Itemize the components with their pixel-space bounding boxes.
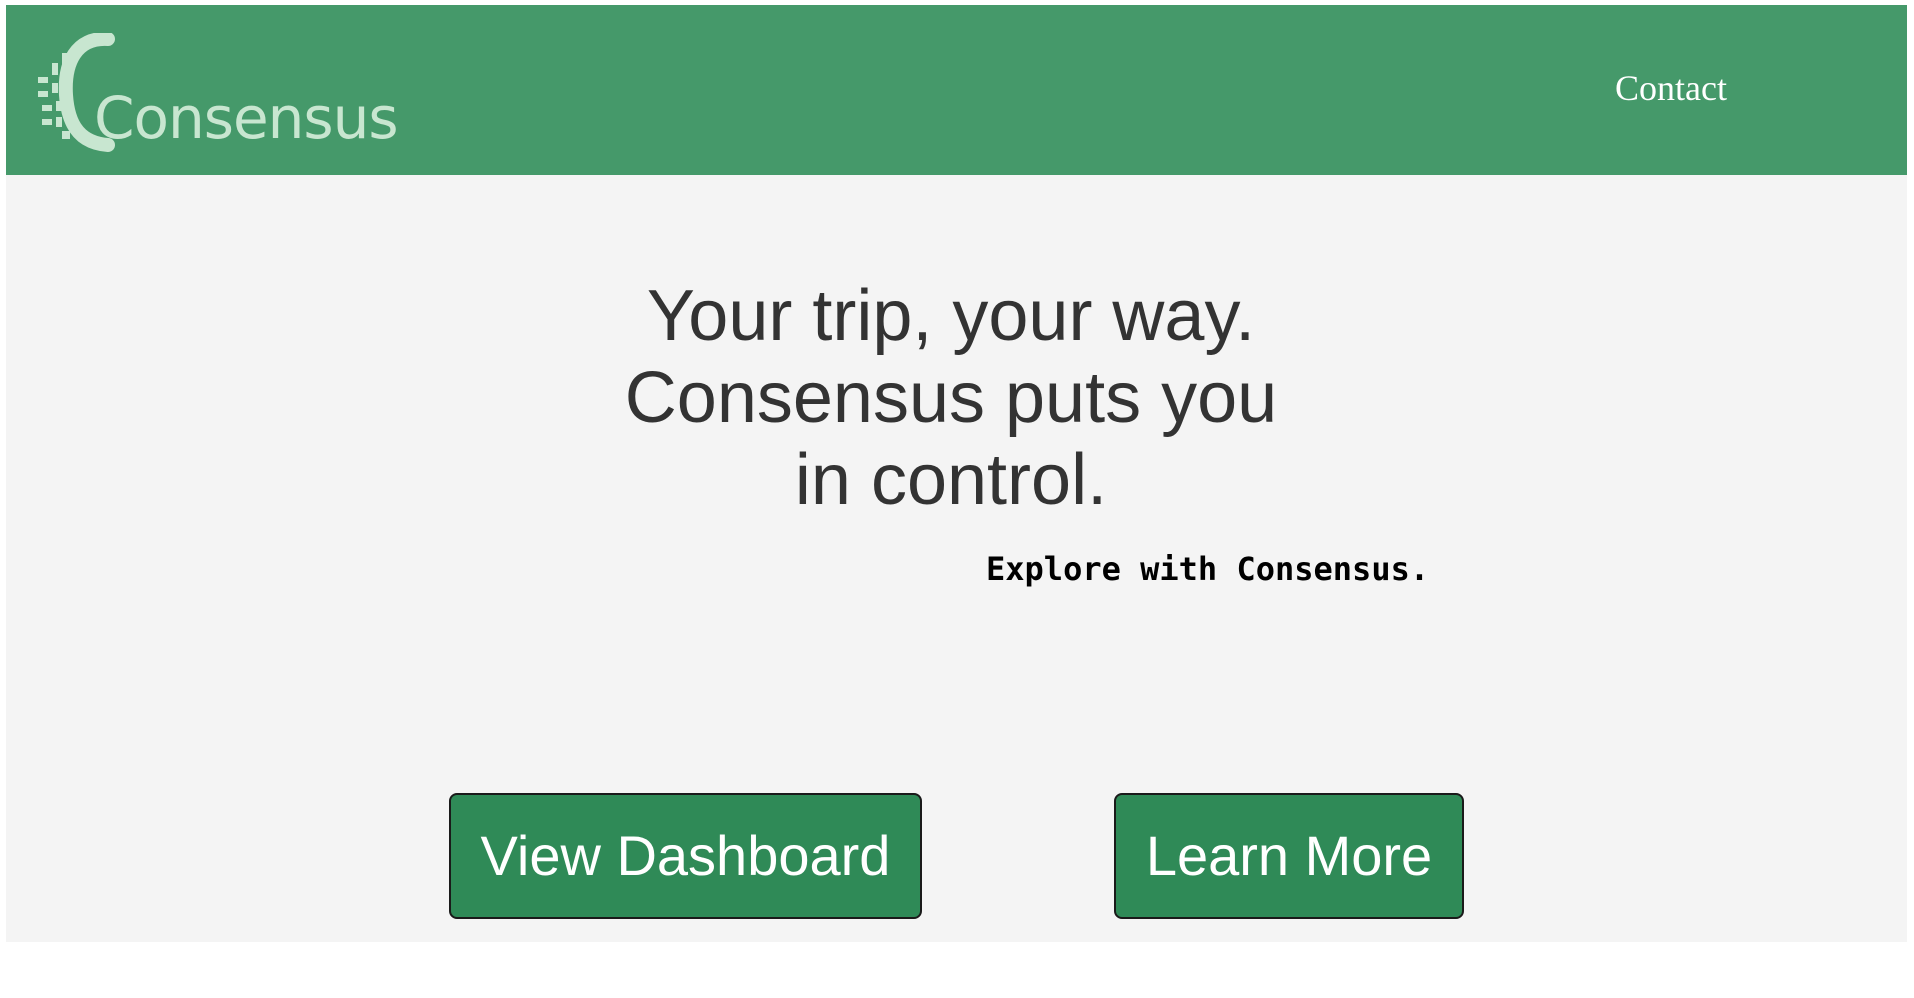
learn-more-button[interactable]: Learn More bbox=[1114, 793, 1464, 919]
headline-line-2: Consensus puts you bbox=[624, 358, 1278, 438]
nav-link-contact[interactable]: Contact bbox=[1615, 67, 1727, 110]
hero-tagline: Explore with Consensus. bbox=[986, 550, 1430, 588]
hero-section: Your trip, your way. Consensus puts you … bbox=[6, 175, 1907, 942]
headline-line-1: Your trip, your way. bbox=[646, 276, 1256, 356]
headline-line-3: in control. bbox=[794, 440, 1108, 520]
hero-headline: Your trip, your way. Consensus puts you … bbox=[566, 275, 1336, 521]
consensus-logo[interactable]: Consensus bbox=[36, 33, 399, 155]
view-dashboard-button[interactable]: View Dashboard bbox=[449, 793, 922, 919]
page: Consensus Contact Your trip, your way. C… bbox=[0, 0, 1914, 998]
logo-wordmark: Consensus bbox=[94, 84, 399, 152]
site-header: Consensus Contact bbox=[6, 5, 1907, 175]
